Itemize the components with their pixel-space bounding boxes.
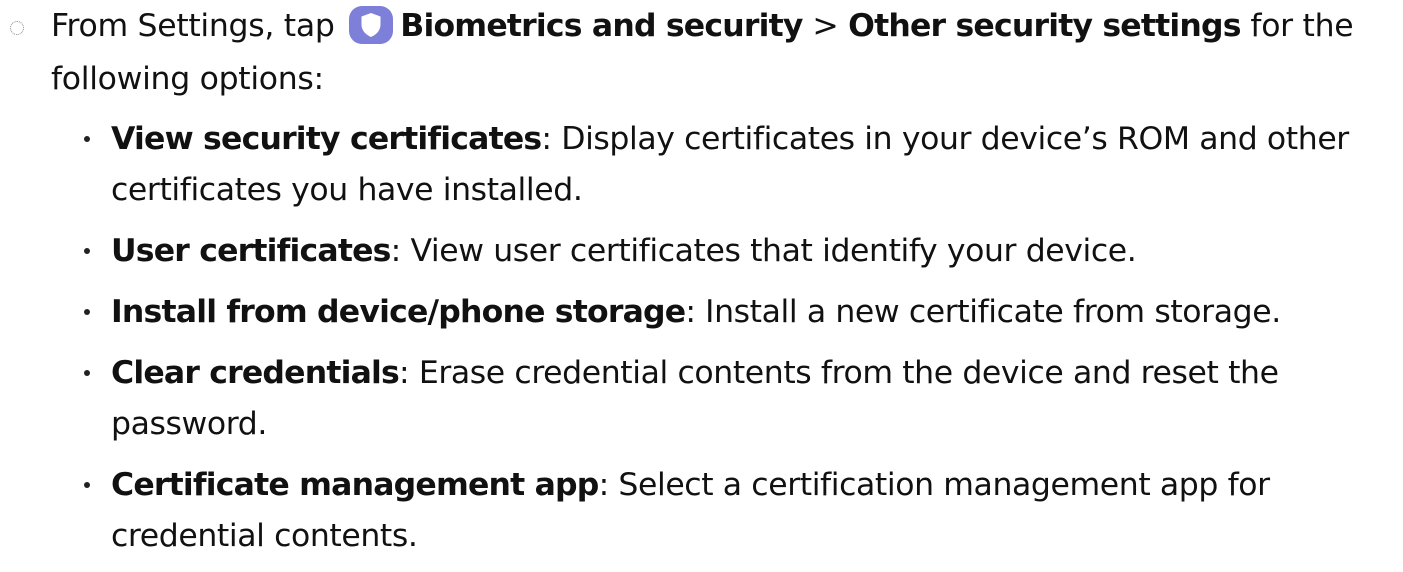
breadcrumb-separator: > [812,8,839,44]
menu-item-biometrics: Biometrics and security [400,8,803,44]
bullet-icon [84,136,90,142]
list-item: User certificates: View user certificate… [80,226,1395,277]
option-description: : Install a new certificate from storage… [685,294,1281,330]
list-item: Clear credentials: Erase credential cont… [80,348,1395,450]
list-item: Certificate management app: Select a cer… [80,460,1395,562]
bullet-icon [84,248,90,254]
bullet-icon [84,309,90,315]
option-term: Clear credentials [111,355,400,391]
menu-item-other-security-settings: Other security settings [848,8,1241,44]
step-text: From Settings, tap Biometrics and securi… [51,0,1381,106]
option-term: Install from device/phone storage [111,294,686,330]
list-item: View security certificates: Display cert… [80,114,1395,216]
bullet-icon [84,482,90,488]
intro-prefix: From Settings, tap [51,8,335,44]
bullet-icon [84,370,90,376]
instruction-page: From Settings, tap Biometrics and securi… [0,0,1403,556]
options-list: View security certificates: Display cert… [80,114,1395,572]
option-term: Certificate management app [111,467,599,503]
step-bullet-icon [10,21,24,35]
option-description: : View user certificates that identify y… [390,233,1137,269]
option-term: View security certificates [111,121,542,157]
option-term: User certificates [111,233,391,269]
list-item: Install from device/phone storage: Insta… [80,287,1395,338]
shield-icon [346,5,396,45]
